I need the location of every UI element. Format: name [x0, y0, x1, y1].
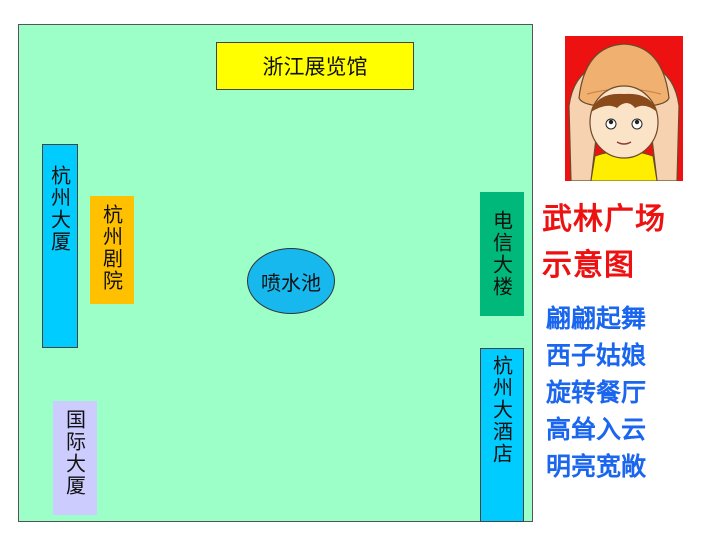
phrase-item: 旋转餐厅 [546, 378, 647, 407]
girl-icon [565, 36, 683, 182]
title-line-2: 示意图 [542, 248, 635, 283]
hangzhou-hotel: 杭州大酒店 [480, 348, 524, 522]
hangzhou-theatre: 杭州剧院 [90, 196, 134, 304]
telecom-building: 电信大楼 [480, 192, 524, 316]
phrase-item: 西子姑娘 [546, 341, 647, 370]
map-title: 武林广场 示意图 [542, 197, 717, 289]
descriptive-phrases: 翩翩起舞 西子姑娘 旋转餐厅 高耸入云 明亮宽敞 [546, 300, 716, 485]
zhejiang-exhibition-hall: 浙江展览馆 [216, 42, 414, 90]
phrase-item: 明亮宽敞 [546, 452, 647, 481]
cartoon-girl-illustration [565, 36, 683, 182]
hangzhou-mansion: 杭州大厦 [42, 144, 78, 348]
phrase-item: 高耸入云 [546, 415, 647, 444]
fountain: 喷水池 [247, 248, 335, 314]
title-line-1: 武林广场 [542, 202, 666, 237]
phrase-item: 翩翩起舞 [546, 304, 647, 333]
international-building: 国际大厦 [53, 401, 97, 515]
